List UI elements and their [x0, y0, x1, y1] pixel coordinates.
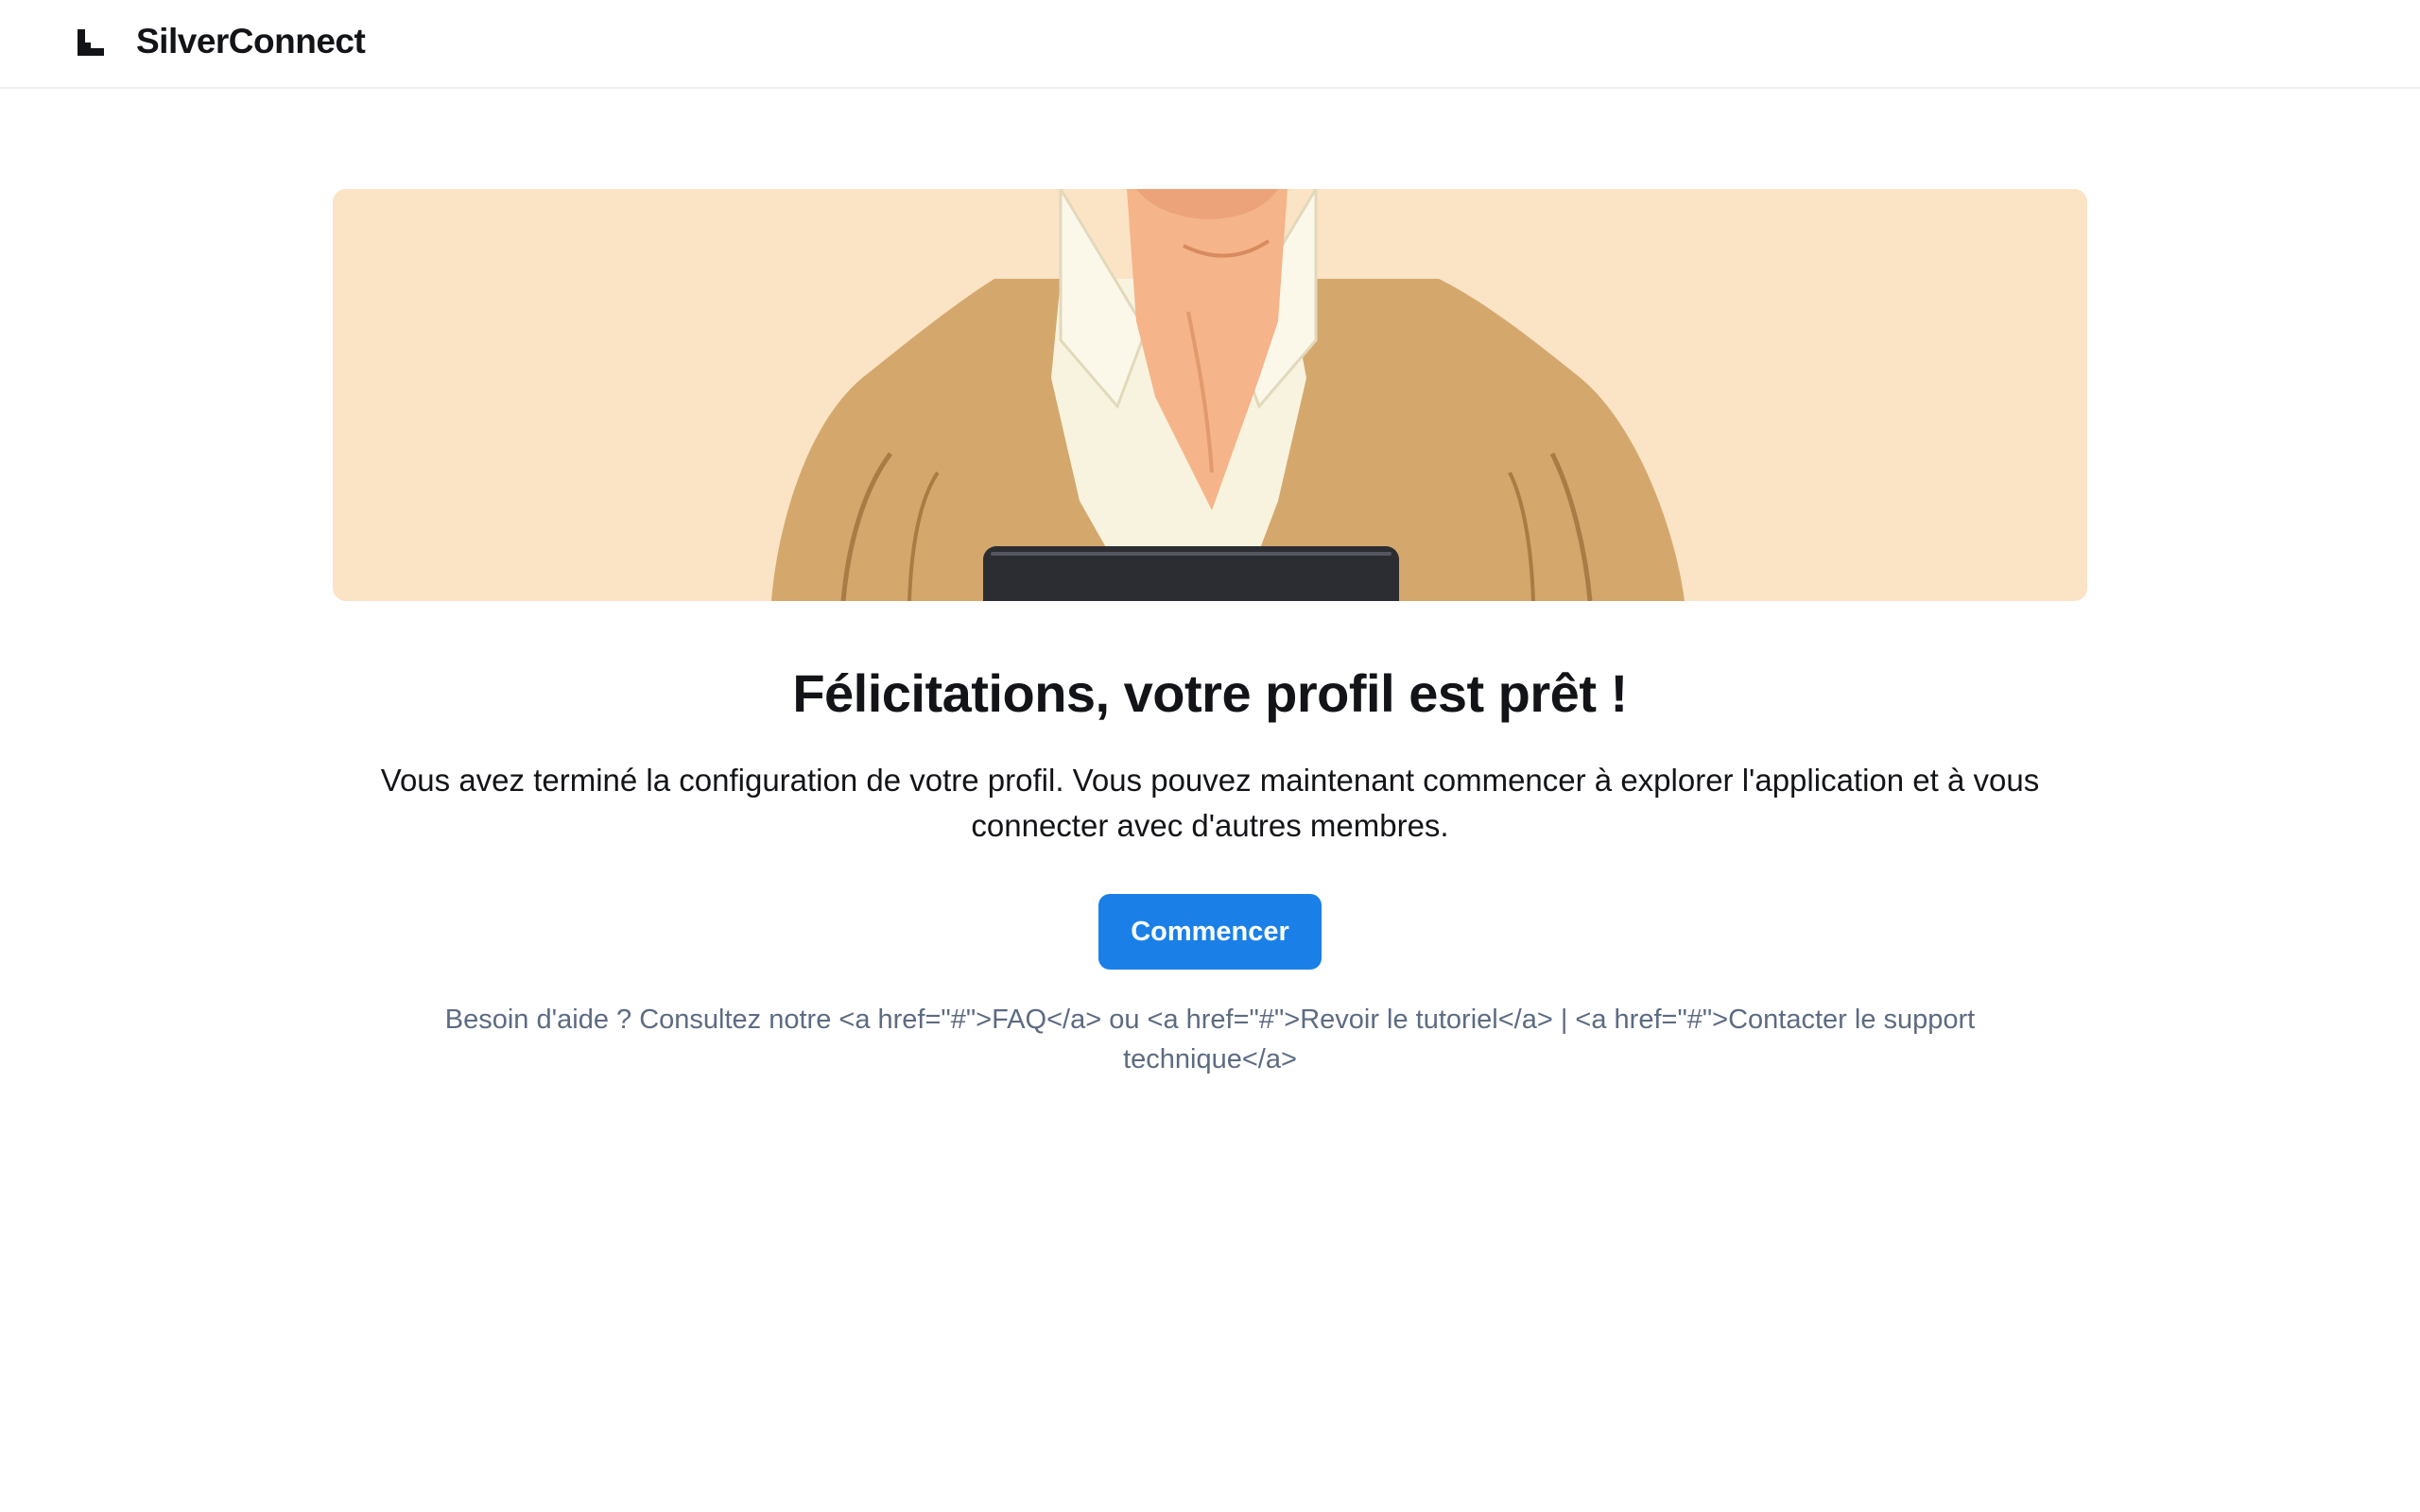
start-button[interactable]: Commencer	[1098, 894, 1322, 970]
help-text: Besoin d'aide ? Consultez notre <a href=…	[444, 1005, 1976, 1074]
app-title[interactable]: SilverConnect	[136, 19, 366, 64]
app-header: SilverConnect	[0, 0, 2420, 89]
hero-illustration	[333, 189, 2087, 601]
staircase-logo-icon[interactable]	[78, 29, 104, 56]
page-description: Vous avez terminé la configuration de vo…	[380, 763, 2040, 843]
page-title: Félicitations, votre profil est prêt !	[792, 663, 1628, 723]
